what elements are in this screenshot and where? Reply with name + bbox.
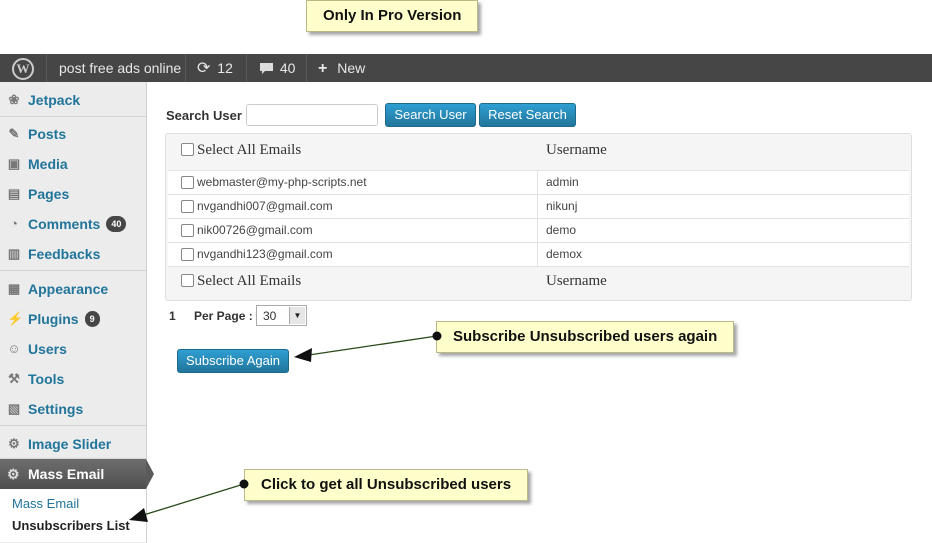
table-row: webmaster@my-php-scripts.net admin	[168, 170, 909, 194]
sidebar-item-label: Users	[28, 341, 67, 357]
appearance-icon: ▦	[7, 281, 21, 296]
table-row: nvgandhi123@gmail.com demox	[168, 242, 909, 267]
sidebar-item-label: Pages	[28, 186, 70, 202]
select-all-checkbox-footer[interactable]	[181, 274, 194, 287]
sidebar-item-label: Settings	[28, 401, 84, 417]
wordpress-logo-icon[interactable]: W	[12, 58, 34, 80]
row-username: admin	[546, 175, 579, 189]
comments-icon: ◔	[10, 216, 18, 231]
row-username: demox	[546, 247, 583, 261]
sidebar-item-users[interactable]: ☺ Users	[0, 334, 146, 364]
per-page-select[interactable]: 30 ▼	[256, 305, 307, 326]
gear-icon: ⚙	[7, 466, 20, 482]
sidebar-item-pages[interactable]: ▤ Pages	[0, 179, 146, 209]
sidebar-item-label: Jetpack	[28, 92, 81, 108]
refresh-icon: ⟳	[197, 60, 211, 77]
table-row: nik00726@gmail.com demo	[168, 218, 909, 242]
media-icon: ▣	[7, 156, 21, 171]
search-user-input[interactable]	[246, 104, 378, 126]
submenu-mass-email[interactable]: Mass Email	[12, 496, 79, 511]
admin-bar: W post free ads online ⟳ 12 40 + New	[0, 54, 932, 82]
row-username: demo	[546, 223, 577, 237]
sidebar-item-plugins[interactable]: ⚡ Plugins 9	[0, 304, 146, 334]
sidebar-item-settings[interactable]: ▧ Settings	[0, 394, 146, 424]
feedback-icon: ▥	[7, 246, 21, 261]
comments-count: 40	[279, 60, 296, 76]
new-label: New	[337, 60, 366, 76]
sidebar-item-label: Image Slider	[28, 436, 112, 452]
active-pointer	[146, 459, 154, 489]
plugins-icon: ⚡	[7, 311, 24, 326]
sidebar-item-image-slider[interactable]: ⚙ Image Slider	[0, 429, 146, 459]
sidebar-item-label: Plugins	[28, 311, 79, 327]
sidebar-item-label: Media	[28, 156, 68, 172]
row-email: nvgandhi007@gmail.com	[197, 199, 333, 213]
updates-count: 12	[217, 60, 233, 76]
select-all-label: Select All Emails	[197, 273, 302, 289]
sidebar-item-feedbacks[interactable]: ▥ Feedbacks	[0, 239, 146, 269]
pin-icon: ✎	[8, 126, 20, 141]
chevron-down-icon: ▼	[289, 307, 305, 324]
sidebar-item-tools[interactable]: ⚒ Tools	[0, 364, 146, 394]
unsubscribers-note: Click to get all Unsubscribed users	[244, 469, 529, 501]
sidebar-item-label: Feedbacks	[28, 246, 101, 262]
row-checkbox[interactable]	[181, 200, 194, 213]
row-checkbox[interactable]	[181, 176, 194, 189]
sidebar-item-media[interactable]: ▣ Media	[0, 149, 146, 179]
per-page-label: Per Page :	[194, 309, 253, 323]
users-icon: ☺	[7, 341, 21, 356]
select-all-checkbox[interactable]	[181, 143, 194, 156]
sidebar-item-appearance[interactable]: ▦ Appearance	[0, 274, 146, 304]
sidebar-item-label: Comments	[28, 216, 101, 232]
table-footer: Select All Emails Username	[166, 265, 911, 299]
sidebar-item-label: Tools	[28, 371, 65, 387]
subscribe-again-button[interactable]: Subscribe Again	[177, 349, 289, 373]
admin-sidebar: ❀ Jetpack ✎ Posts ▣ Media ▤ Pages ◔ Comm…	[0, 82, 154, 543]
settings-icon: ▧	[7, 401, 21, 416]
mass-email-submenu: Mass Email Unsubscribers List	[0, 489, 146, 542]
plugins-badge: 9	[84, 311, 100, 328]
submenu-unsubscribers-list[interactable]: Unsubscribers List	[12, 518, 130, 533]
sidebar-item-posts[interactable]: ✎ Posts	[0, 119, 146, 149]
row-email: webmaster@my-php-scripts.net	[197, 175, 367, 189]
sidebar-item-label: Appearance	[28, 281, 109, 297]
site-name-link[interactable]: post free ads online	[59, 54, 181, 82]
tools-icon: ⚒	[8, 371, 20, 386]
new-content-link[interactable]: + New	[318, 54, 365, 82]
reset-search-button[interactable]: Reset Search	[479, 103, 576, 127]
per-page-value: 30	[263, 309, 277, 323]
pro-version-note: Only In Pro Version	[306, 0, 479, 32]
search-user-button[interactable]: Search User	[385, 103, 476, 127]
row-email: nik00726@gmail.com	[197, 223, 313, 237]
plus-icon: +	[318, 60, 328, 77]
table-row: nvgandhi007@gmail.com nikunj	[168, 194, 909, 218]
arrow-to-subscribe-button	[294, 331, 442, 362]
sidebar-item-label: Posts	[28, 126, 67, 142]
sidebar-item-jetpack[interactable]: ❀ Jetpack	[0, 85, 146, 115]
table-header: Select All Emails Username	[166, 134, 911, 168]
select-all-label: Select All Emails	[197, 142, 302, 158]
emails-table: Select All Emails Username webmaster@my-…	[165, 133, 912, 301]
updates-link[interactable]: ⟳ 12	[197, 54, 233, 82]
search-user-label: Search User :	[166, 108, 250, 123]
row-checkbox[interactable]	[181, 248, 194, 261]
row-checkbox[interactable]	[181, 224, 194, 237]
username-column-header: Username	[546, 142, 607, 158]
pages-icon: ▤	[7, 186, 21, 201]
sidebar-item-comments[interactable]: ◔ Comments 40	[0, 209, 146, 239]
gear-icon: ⚙	[8, 436, 20, 451]
row-username: nikunj	[546, 199, 578, 213]
comments-link[interactable]: 40	[259, 54, 295, 82]
sidebar-item-label: Mass Email	[28, 466, 105, 482]
comment-bubble-icon	[259, 60, 278, 76]
jetpack-icon: ❀	[8, 92, 20, 107]
sidebar-item-mass-email[interactable]: ⚙ Mass Email	[0, 459, 154, 489]
subscribe-again-note: Subscribe Unsubscribed users again	[436, 321, 735, 353]
username-column-footer: Username	[546, 273, 607, 289]
row-email: nvgandhi123@gmail.com	[197, 247, 333, 261]
comments-badge: 40	[106, 216, 127, 233]
page-number[interactable]: 1	[169, 309, 176, 323]
